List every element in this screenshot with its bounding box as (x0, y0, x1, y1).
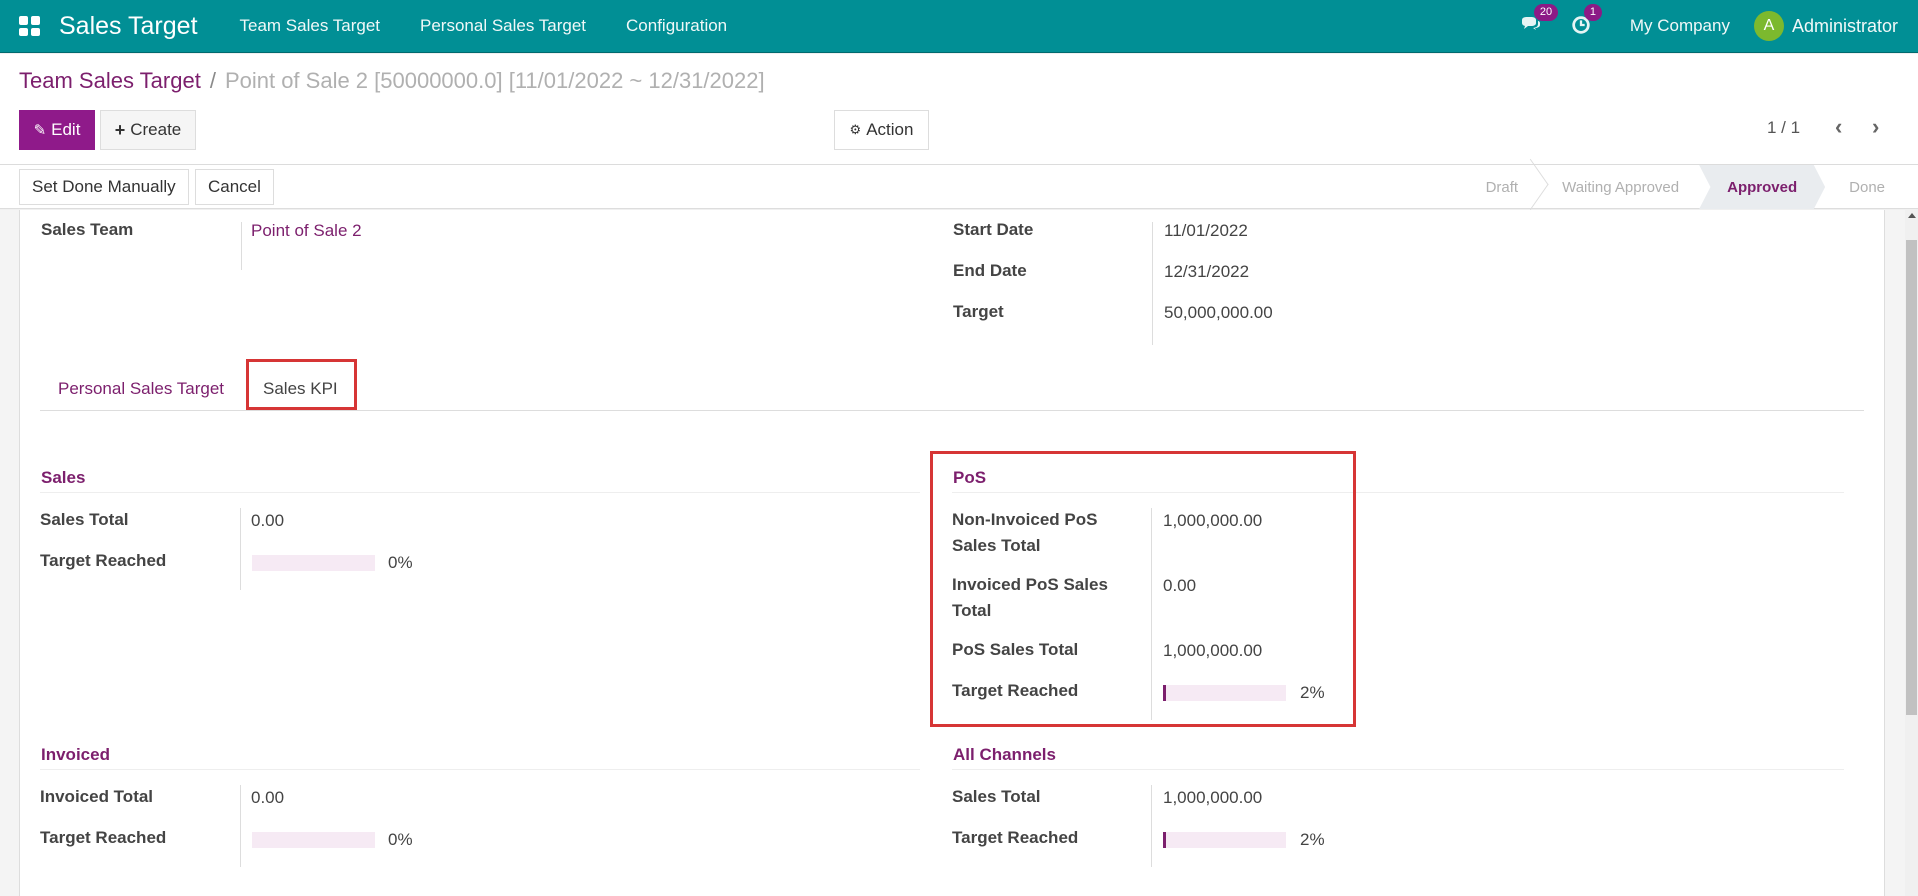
sales-team-label: Sales Team (41, 220, 134, 239)
divider (1152, 222, 1153, 345)
pager-previous-button[interactable]: ‹ (1835, 114, 1842, 140)
breadcrumb-current: Point of Sale 2 [50000000.0] [11/01/2022… (224, 68, 765, 93)
all-channels-sales-total-value: 1,000,000.00 (1163, 788, 1263, 807)
all-channels-target-reached-label: Target Reached (952, 828, 1079, 847)
sales-target-reached-percent: 0% (388, 553, 413, 572)
control-panel: Team Sales Target / Point of Sale 2 [500… (0, 54, 1918, 165)
highlight-box-tab (246, 359, 357, 410)
invoiced-target-reached-label: Target Reached (40, 828, 167, 847)
divider (241, 222, 242, 270)
chevron-right-icon: › (1872, 114, 1880, 139)
sales-target-progress-bar (252, 555, 375, 571)
progress-fill (1163, 832, 1166, 848)
messages-count-badge: 20 (1533, 4, 1559, 21)
all-channels-sales-total-label: Sales Total (952, 787, 1041, 806)
status-bar: Set Done Manually Cancel Draft Waiting A… (0, 165, 1918, 209)
sales-team-value[interactable]: Point of Sale 2 (251, 218, 362, 244)
gear-icon: ⚙ (849, 122, 862, 137)
vertical-scrollbar[interactable] (1905, 210, 1918, 896)
start-date-value: 11/01/2022 (1164, 221, 1248, 240)
action-button[interactable]: ⚙ Action (834, 110, 929, 150)
section-title-invoiced: Invoiced (41, 745, 110, 764)
app-title[interactable]: Sales Target (59, 12, 198, 41)
sales-total-label: Sales Total (40, 510, 129, 529)
stage-approved[interactable]: Approved (1699, 165, 1826, 209)
menu-personal-sales-target[interactable]: Personal Sales Target (400, 16, 606, 36)
apps-menu-icon[interactable] (19, 16, 40, 36)
section-title-sales: Sales (41, 468, 86, 487)
pencil-icon: ✎ (33, 122, 47, 139)
create-button[interactable]: + Create (100, 110, 196, 150)
stage-pipeline: Draft Waiting Approved Approved Done (1462, 165, 1905, 209)
start-date-label: Start Date (953, 220, 1034, 239)
end-date-label: End Date (953, 261, 1027, 280)
section-divider (40, 769, 920, 770)
user-menu[interactable]: A Administrator (1753, 11, 1898, 41)
activities-count-badge: 1 (1583, 4, 1602, 21)
user-name: Administrator (1791, 15, 1898, 36)
sales-target-reached-label: Target Reached (40, 551, 167, 570)
scrollbar-thumb[interactable] (1906, 240, 1917, 715)
invoiced-total-value: 0.00 (251, 788, 285, 807)
action-label: Action (866, 120, 914, 139)
invoiced-total-label: Invoiced Total (40, 787, 154, 806)
activities-button[interactable]: 1 (1570, 4, 1602, 38)
breadcrumb-separator: / (209, 68, 216, 93)
menu-configuration[interactable]: Configuration (606, 16, 747, 36)
breadcrumb-parent-link[interactable]: Team Sales Target (19, 68, 201, 94)
set-done-manually-button[interactable]: Set Done Manually (19, 169, 189, 205)
section-title-all-channels: All Channels (953, 745, 1056, 764)
stage-done[interactable]: Done (1825, 165, 1905, 209)
plus-icon: + (114, 119, 126, 140)
company-switcher[interactable]: My Company (1630, 16, 1730, 36)
target-value: 50,000,000.00 (1164, 303, 1273, 322)
main-menu: Team Sales Target Personal Sales Target … (220, 16, 748, 36)
stage-waiting-approved[interactable]: Waiting Approved (1538, 165, 1699, 209)
highlight-box-pos (930, 451, 1356, 727)
messages-button[interactable]: 20 (1520, 4, 1559, 38)
divider (240, 508, 241, 590)
breadcrumb: Team Sales Target / Point of Sale 2 [500… (19, 68, 765, 94)
all-channels-target-reached-percent: 2% (1300, 830, 1325, 849)
top-navbar: Sales Target Team Sales Target Personal … (0, 0, 1918, 53)
edit-label: Edit (51, 120, 81, 139)
all-channels-target-progress-bar (1163, 832, 1286, 848)
sales-total-value: 0.00 (251, 511, 285, 530)
pager-value[interactable]: 1 / 1 (1767, 118, 1800, 138)
target-label: Target (953, 302, 1004, 321)
chevron-left-icon: ‹ (1835, 114, 1843, 139)
divider (240, 785, 241, 867)
edit-button[interactable]: ✎ Edit (19, 110, 95, 150)
section-divider (952, 769, 1844, 770)
cancel-button[interactable]: Cancel (195, 169, 274, 205)
avatar: A (1753, 11, 1784, 41)
tab-personal-sales-target[interactable]: Personal Sales Target (40, 373, 242, 405)
section-divider (40, 492, 920, 493)
scroll-up-arrow-icon[interactable] (1908, 213, 1916, 218)
end-date-value: 12/31/2022 (1164, 262, 1250, 281)
invoiced-target-progress-bar (252, 832, 375, 848)
invoiced-target-reached-percent: 0% (388, 830, 413, 849)
pager-next-button[interactable]: › (1872, 114, 1879, 140)
divider (1151, 785, 1152, 867)
stage-draft[interactable]: Draft (1462, 165, 1539, 209)
menu-team-sales-target[interactable]: Team Sales Target (220, 16, 400, 36)
create-label: Create (130, 120, 182, 139)
